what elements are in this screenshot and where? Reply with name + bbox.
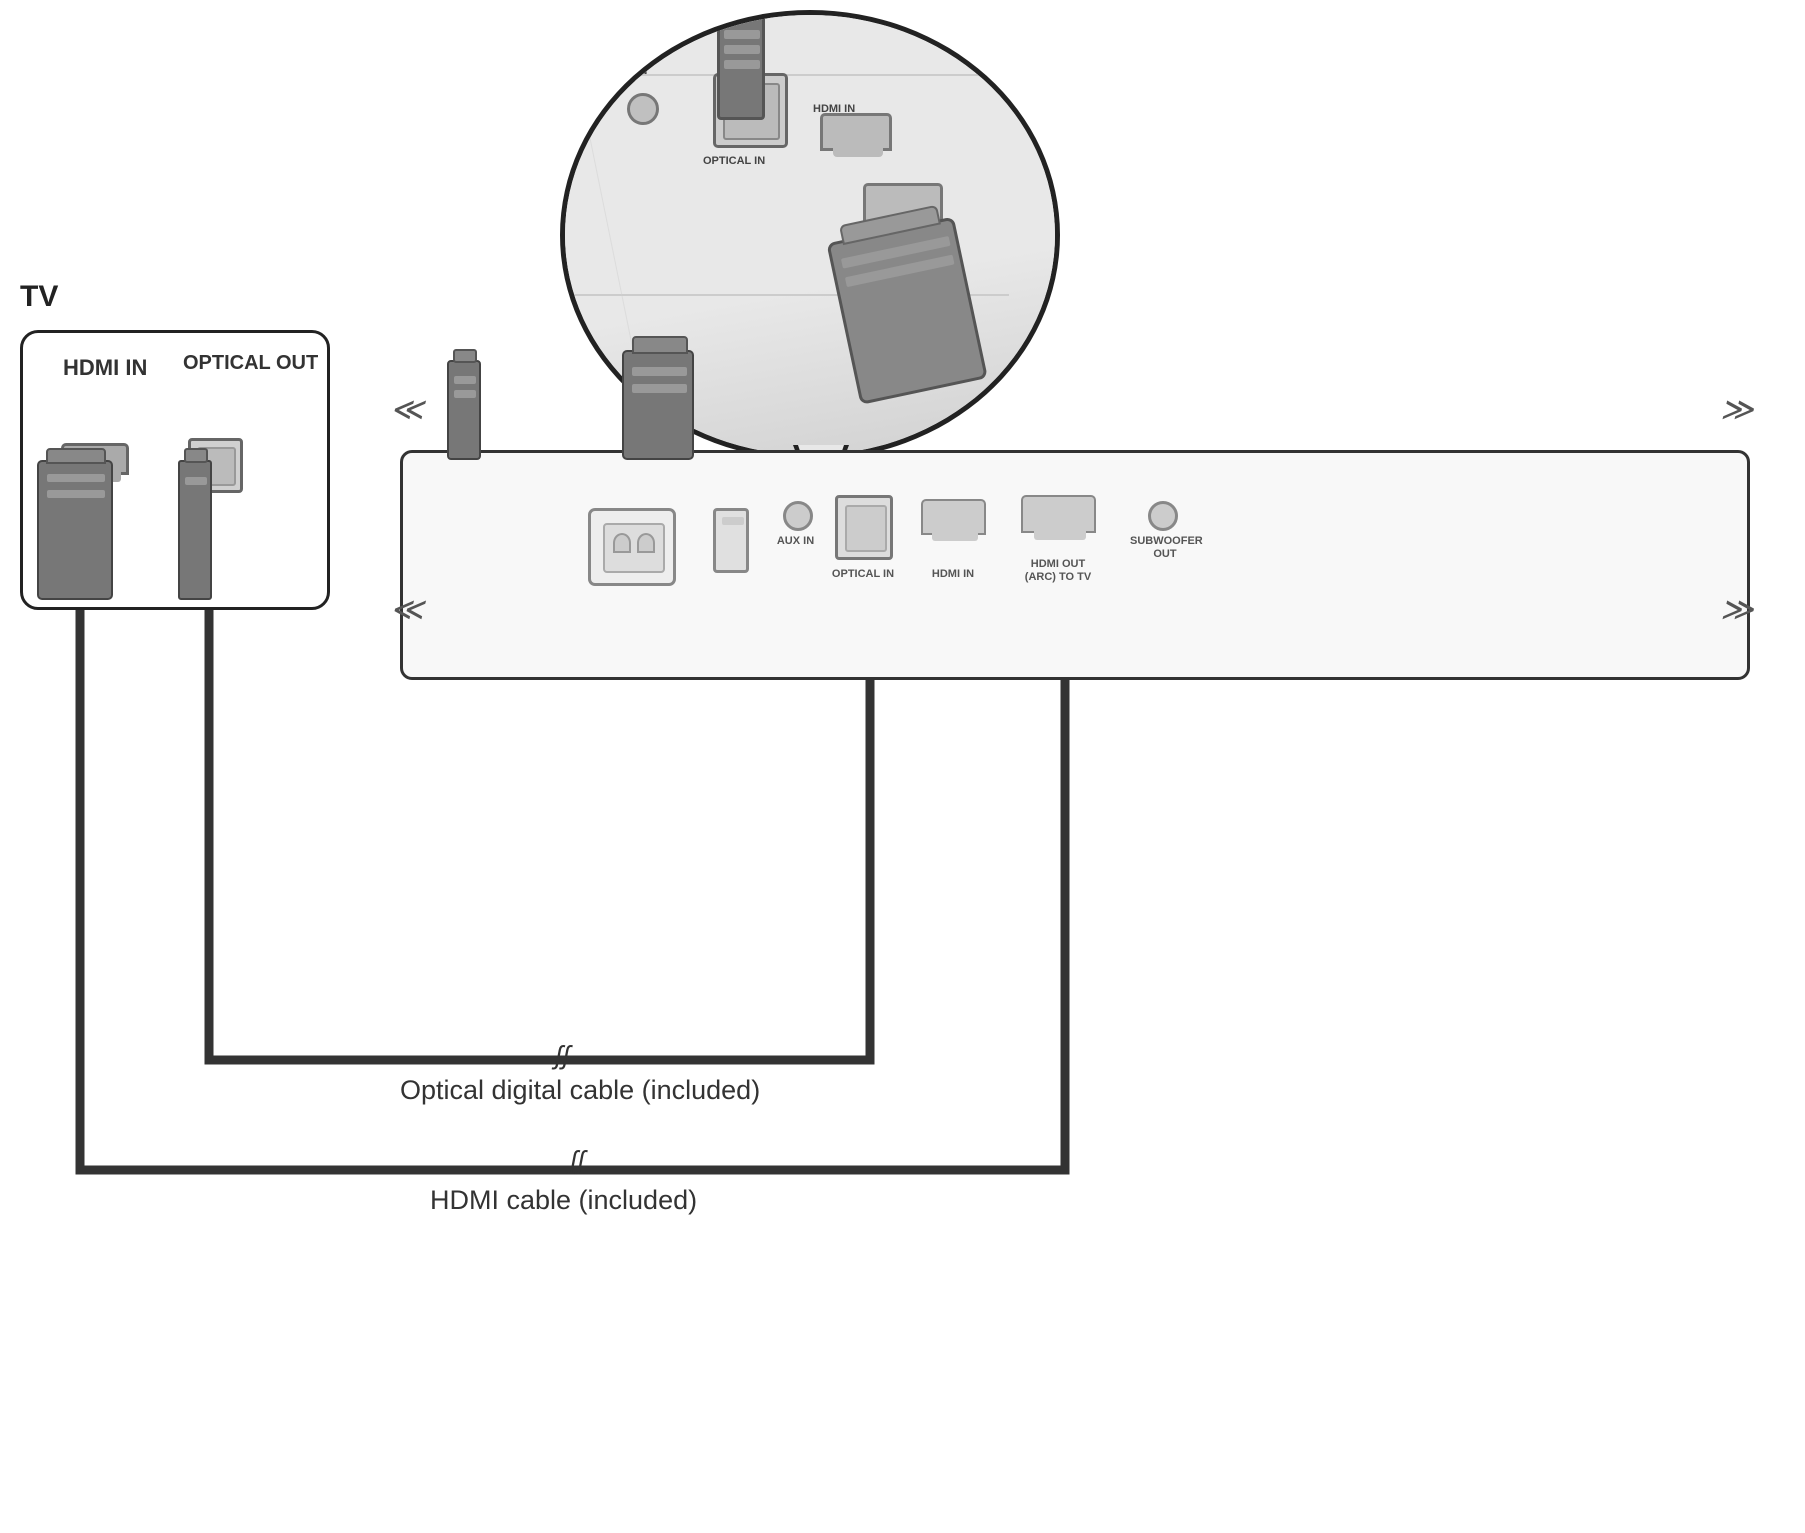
sb-usb-port <box>713 508 749 573</box>
sb-sub-port <box>1148 501 1178 531</box>
mag-optical-label: OPTICAL IN <box>703 155 765 168</box>
hdmi-cable-label: HDMI cable (included) <box>430 1185 697 1216</box>
wave-top-left: ≪ <box>390 390 420 428</box>
tv-label: TV <box>20 280 58 314</box>
optical-cable-label: Optical digital cable (included) <box>400 1075 760 1106</box>
sb-optical-port <box>835 495 893 560</box>
optical-connector-sb <box>447 360 481 460</box>
optical-cable-break: ʃʃ <box>555 1040 570 1071</box>
sb-hdmi-in-label: HDMI IN <box>913 568 993 580</box>
hdmi-cable-break: ʃʃ <box>570 1145 585 1176</box>
wave-mid-left: ≪ <box>390 590 420 628</box>
mag-hdmi-in-port <box>820 113 892 151</box>
sb-hdmi-in-port <box>921 499 986 535</box>
mag-aux-port <box>627 93 659 125</box>
tv-hdmi-label: HDMI IN <box>63 355 147 381</box>
sb-power-port <box>588 508 676 586</box>
mag-hdmi-in-label: HDMI IN <box>813 103 855 115</box>
hdmi-connector-tv <box>37 460 113 600</box>
sb-aux-port <box>783 501 813 531</box>
mag-aux-label: AUX IN <box>610 65 647 77</box>
hdmi-connector-sb <box>622 350 694 460</box>
optical-connector-tv <box>178 460 212 600</box>
tv-optical-label: OPTICAL OUT <box>183 351 318 375</box>
sb-aux-label: AUX IN <box>768 535 823 547</box>
diagram-container: TV HDMI IN OPTICAL OUT <box>0 0 1805 1533</box>
wave-mid-right: ≫ <box>1720 590 1750 628</box>
sb-hdmi-out-label: HDMI OUT(ARC) TO TV <box>1003 558 1113 584</box>
sb-sub-label: SUBWOOFEROUT <box>1130 535 1200 561</box>
mag-optical-connector <box>717 15 765 120</box>
sb-hdmi-out-port <box>1021 495 1096 533</box>
soundbar-box: AUX IN OPTICAL IN HDMI IN HDMI OUT(ARC) … <box>400 450 1750 680</box>
wave-top-right: ≫ <box>1720 390 1750 428</box>
sb-optical-label: OPTICAL IN <box>823 568 903 581</box>
